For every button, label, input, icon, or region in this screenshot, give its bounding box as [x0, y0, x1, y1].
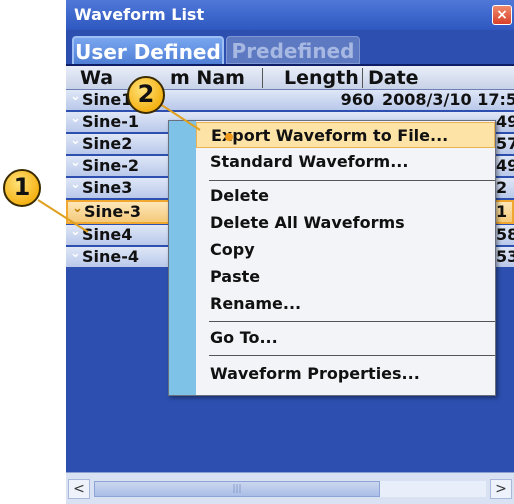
- row-name: Sine4: [82, 225, 133, 244]
- row-name: Sine-1: [82, 112, 140, 131]
- menu-item-delete-all[interactable]: Delete All Waveforms: [196, 210, 495, 236]
- callout-2: 2: [127, 76, 165, 114]
- chevron-down-icon: ⌄: [70, 111, 81, 126]
- chevron-down-icon: ⌄: [70, 155, 81, 170]
- row-date: 1: [496, 202, 508, 221]
- column-header-date[interactable]: Date: [368, 66, 419, 90]
- menu-gutter: [169, 121, 196, 395]
- context-menu: Export Waveform to File... Standard Wave…: [168, 120, 496, 396]
- chevron-down-icon: ⌄: [70, 224, 81, 239]
- column-divider[interactable]: [362, 68, 363, 88]
- menu-item-go-to[interactable]: Go To...: [196, 325, 495, 351]
- column-header-name-tail[interactable]: m Nam: [170, 66, 245, 90]
- chevron-down-icon: ⌄: [70, 133, 81, 148]
- window-title: Waveform List: [74, 5, 205, 24]
- row-date: 53: [496, 247, 514, 266]
- tab-user-defined[interactable]: User Defined: [72, 36, 224, 64]
- close-icon[interactable]: ×: [492, 5, 512, 25]
- row-name: Sine2: [82, 134, 133, 153]
- column-header-length[interactable]: Length: [284, 66, 359, 90]
- column-divider[interactable]: [262, 68, 263, 88]
- scroll-right-icon[interactable]: >: [490, 479, 512, 499]
- scroll-left-icon[interactable]: <: [68, 479, 90, 499]
- window-titlebar: Waveform List ×: [66, 0, 514, 30]
- scrollbar-track[interactable]: |||: [94, 481, 486, 497]
- menu-item-label: Export Waveform to File...: [211, 126, 449, 145]
- row-date: 58: [496, 225, 514, 244]
- row-name: Sine-4: [82, 247, 140, 266]
- row-length: 960: [340, 90, 374, 109]
- chevron-down-icon: ⌄: [70, 177, 81, 192]
- scrollbar-thumb[interactable]: |||: [94, 481, 380, 497]
- menu-divider: [209, 321, 495, 322]
- menu-item-rename[interactable]: Rename...: [196, 291, 495, 317]
- menu-item-export-waveform[interactable]: Export Waveform to File...: [196, 122, 495, 148]
- row-date: 2: [496, 178, 508, 197]
- menu-item-waveform-properties[interactable]: Waveform Properties...: [196, 361, 495, 387]
- menu-item-delete[interactable]: Delete: [196, 183, 495, 209]
- row-date: 49: [496, 112, 514, 131]
- column-header-name[interactable]: Wa: [80, 66, 113, 90]
- menu-divider: [209, 180, 495, 181]
- chevron-down-icon: ⌄: [70, 89, 81, 104]
- menu-divider: [209, 355, 495, 356]
- row-name: Sine3: [82, 178, 133, 197]
- row-name: Sine1: [82, 90, 133, 109]
- row-date: 57: [496, 134, 514, 153]
- row-date: 49: [496, 156, 514, 175]
- row-date: 2008/3/10 17:57: [382, 90, 514, 109]
- menu-item-copy[interactable]: Copy: [196, 237, 495, 263]
- menu-item-paste[interactable]: Paste: [196, 264, 495, 290]
- row-name: Sine-2: [82, 156, 140, 175]
- bullet-icon: [225, 133, 233, 141]
- callout-1: 1: [3, 169, 41, 207]
- row-name: Sine-3: [84, 202, 142, 221]
- menu-item-standard-waveform[interactable]: Standard Waveform...: [196, 149, 495, 175]
- tab-predefined[interactable]: Predefined: [226, 36, 360, 64]
- tab-bar: User Defined Predefined: [66, 30, 514, 64]
- chevron-down-icon: ⌄: [72, 201, 83, 216]
- horizontal-scrollbar[interactable]: < ||| >: [66, 472, 514, 504]
- chevron-down-icon: ⌄: [70, 246, 81, 261]
